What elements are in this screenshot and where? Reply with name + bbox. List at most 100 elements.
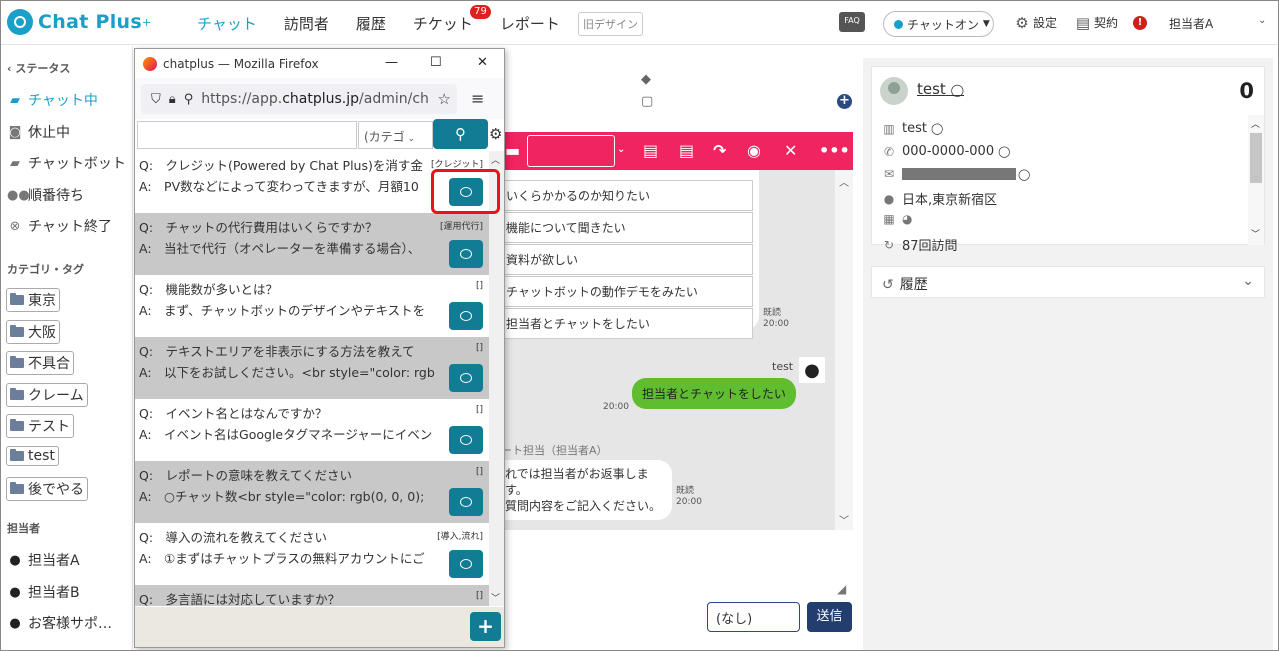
note-icon[interactable]: ▢ <box>641 94 653 109</box>
chevron-down-icon[interactable]: ⌄ <box>617 144 625 155</box>
toolbar-input[interactable] <box>527 135 615 167</box>
gear-icon: ⚙ <box>1015 13 1029 32</box>
company-text: test <box>902 121 927 136</box>
alert-icon[interactable]: ! <box>1133 16 1147 30</box>
tag-test-ja[interactable]: テスト <box>6 414 74 438</box>
faq-scrollbar[interactable]: ︿ ﹀ <box>489 151 504 606</box>
scroll-up-icon[interactable]: ︿ <box>839 174 849 189</box>
agent-message-line: れでは担当者がお返事します。 <box>505 467 649 497</box>
tag-complaint[interactable]: クレーム <box>6 383 88 407</box>
mail-icon: ✉ <box>883 167 895 181</box>
message-scrollbar[interactable]: ︿ ﹀ <box>835 170 853 530</box>
chat-option[interactable]: 資料が欲しい <box>501 244 753 275</box>
comment-icon[interactable]: ◯ <box>931 122 943 135</box>
faq-search-button[interactable]: ⚲ <box>433 119 488 149</box>
tag-osaka[interactable]: 大阪 <box>6 320 60 344</box>
window-title: chatplus — Mozilla Firefox <box>163 56 319 71</box>
add-faq-button[interactable]: + <box>470 612 501 641</box>
close-icon[interactable]: ✕ <box>784 141 797 160</box>
chat-option[interactable]: チャットボットの動作デモをみたい <box>501 276 753 307</box>
time-text: 20:00 <box>676 497 702 507</box>
sidebar-item-paused[interactable]: ◙ 休止中 <box>7 122 70 142</box>
sidebar-item-ended[interactable]: ⊗ チャット終了 <box>7 216 112 236</box>
pause-icon: ◙ <box>8 124 22 140</box>
scroll-up-icon[interactable]: ︿ <box>1251 117 1260 130</box>
maximize-icon[interactable]: ☐ <box>430 55 442 70</box>
chat-option[interactable]: いくらかかるのか知りたい <box>501 180 753 211</box>
history-section[interactable]: ↺ 履歴 ⌄ <box>871 266 1265 298</box>
more-icon[interactable]: ••• <box>819 141 850 160</box>
faq-item: Q: 多言語には対応していますか？ [] <box>135 585 489 606</box>
insert-answer-button[interactable] <box>449 240 483 268</box>
faq-icon[interactable]: FAQ <box>839 12 865 32</box>
sidebar-staff-b[interactable]: ● 担当者B <box>7 582 79 602</box>
scroll-up-icon[interactable]: ︿ <box>491 153 500 166</box>
insert-answer-button[interactable] <box>449 178 483 206</box>
contract-button[interactable]: ▤ 契約 <box>1075 14 1118 32</box>
faq-question: Q: イベント名とはなんですか？ <box>139 406 328 421</box>
status-section-title[interactable]: ‹ ステータス <box>7 60 70 76</box>
hamburger-menu-icon[interactable]: ≡ <box>471 89 484 108</box>
tag-later[interactable]: 後でやる <box>6 477 88 501</box>
nav-report[interactable]: レポート <box>500 13 560 34</box>
tag-icon[interactable]: ◆ <box>641 72 651 87</box>
person-icon: ● <box>804 359 820 381</box>
tag-tokyo[interactable]: 東京 <box>6 288 60 312</box>
chat-bubble-icon <box>460 497 472 507</box>
scroll-down-icon[interactable]: ﹀ <box>839 512 849 527</box>
close-icon[interactable]: ✕ <box>477 55 488 70</box>
tag-bug[interactable]: 不具合 <box>6 351 74 375</box>
category-select[interactable]: (カテゴ ⌄ <box>358 121 433 149</box>
old-design-button[interactable]: 旧デザイン <box>578 12 643 36</box>
history-title: 履歴 <box>899 277 928 293</box>
nav-history[interactable]: 履歴 <box>356 13 386 34</box>
scroll-down-icon[interactable]: ﹀ <box>1251 227 1260 240</box>
sidebar-item-chatting[interactable]: ▰ チャット中 <box>7 90 98 110</box>
faq-tag: [] <box>475 405 483 415</box>
faq-search-input[interactable] <box>137 121 357 149</box>
sidebar-item-chatbot[interactable]: ▰ チャットボット <box>7 153 126 173</box>
nav-tickets[interactable]: チケット 79 <box>413 5 491 34</box>
memo-icon[interactable]: ▤ <box>679 141 694 160</box>
sidebar-staff-a[interactable]: ● 担当者A <box>7 550 79 570</box>
scroll-thumb[interactable] <box>1250 133 1262 183</box>
user-menu[interactable]: 担当者A <box>1169 15 1213 32</box>
agent-message: れでは担当者がお返事します。 質問内容をご記入ください。 <box>501 460 672 520</box>
template-select[interactable]: (なし) <box>707 602 800 632</box>
insert-answer-button[interactable] <box>449 426 483 454</box>
logo[interactable]: Chat Plus + <box>7 9 151 35</box>
card-scrollbar[interactable]: ︿ ﹀ <box>1248 115 1264 245</box>
nav-chat[interactable]: チャット <box>197 13 257 34</box>
visitor-name-link[interactable]: test ◯ <box>917 80 964 98</box>
pause-icon[interactable]: ◉ <box>747 141 761 160</box>
scroll-down-icon[interactable]: ﹀ <box>491 591 500 604</box>
gear-icon[interactable]: ⚙ <box>489 125 502 143</box>
faq-question: Q: 機能数が多いとは？ <box>139 282 279 297</box>
chat-option[interactable]: 機能について聞きたい <box>501 212 753 243</box>
faq-tag: [] <box>475 467 483 477</box>
message-composer[interactable]: ◢ (なし) 送信 <box>501 530 853 650</box>
url-bar[interactable]: ⛉ 🔒︎ ⚲ https://app. chatplus.jp/admin/ch … <box>141 84 457 114</box>
tag-test[interactable]: test <box>6 446 59 466</box>
chat-option[interactable]: 担当者とチャットをしたい <box>501 308 753 339</box>
insert-answer-button[interactable] <box>449 488 483 516</box>
insert-answer-button[interactable] <box>449 550 483 578</box>
comment-icon[interactable]: ◯ <box>1018 168 1030 181</box>
bookmark-star-icon[interactable]: ☆ <box>438 90 451 108</box>
chat-on-dropdown[interactable]: チャットオン ▼ <box>883 11 994 37</box>
user-menu-chevron-icon[interactable]: ⌄ <box>1258 15 1266 26</box>
sidebar-staff-support[interactable]: ● お客様サポ… <box>7 613 112 633</box>
comment-icon[interactable]: ◯ <box>998 145 1010 158</box>
send-button[interactable]: 送信 <box>807 602 852 632</box>
forward-icon[interactable]: ↷ <box>713 141 726 160</box>
nav-visitors[interactable]: 訪問者 <box>284 13 329 34</box>
settings-button[interactable]: ⚙ 設定 <box>1014 13 1057 32</box>
add-circle-icon[interactable]: + <box>837 94 852 109</box>
folder-icon[interactable]: ▬ <box>505 141 520 160</box>
resize-handle-icon[interactable]: ◢ <box>837 582 846 596</box>
minimize-icon[interactable]: — <box>385 55 398 70</box>
add-note-icon[interactable]: ▤ <box>643 141 658 160</box>
insert-answer-button[interactable] <box>449 302 483 330</box>
sidebar-item-queue[interactable]: ●● 順番待ち <box>7 185 84 205</box>
insert-answer-button[interactable] <box>449 364 483 392</box>
